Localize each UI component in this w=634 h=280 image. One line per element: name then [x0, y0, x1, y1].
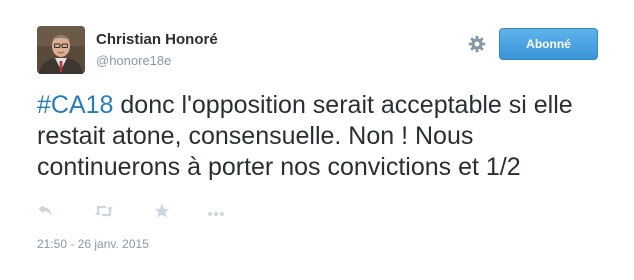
reply-icon[interactable] [37, 203, 53, 224]
user-info[interactable]: Christian Honoré @honore18e [96, 32, 218, 67]
follow-button-label: Abonné [526, 37, 571, 51]
more-icon[interactable] [207, 206, 225, 224]
tweet-text: #CA18 donc l'opposition serait acceptabl… [37, 90, 607, 183]
follow-button[interactable]: Abonné [499, 28, 598, 60]
tweet-timestamp[interactable]: 21:50 - 26 janv. 2015 [37, 237, 149, 251]
avatar[interactable] [37, 26, 85, 74]
hashtag-link[interactable]: #CA18 [37, 91, 113, 119]
star-icon[interactable] [154, 203, 170, 224]
screen-name[interactable]: @honore18e [96, 54, 218, 67]
display-name[interactable]: Christian Honoré [96, 32, 218, 47]
tweet-card: Christian Honoré @honore18e Abonné #CA18… [0, 0, 634, 280]
tweet-body: donc l'opposition serait acceptable si e… [37, 91, 573, 181]
gear-icon[interactable] [468, 35, 486, 53]
retweet-icon[interactable] [94, 203, 114, 224]
